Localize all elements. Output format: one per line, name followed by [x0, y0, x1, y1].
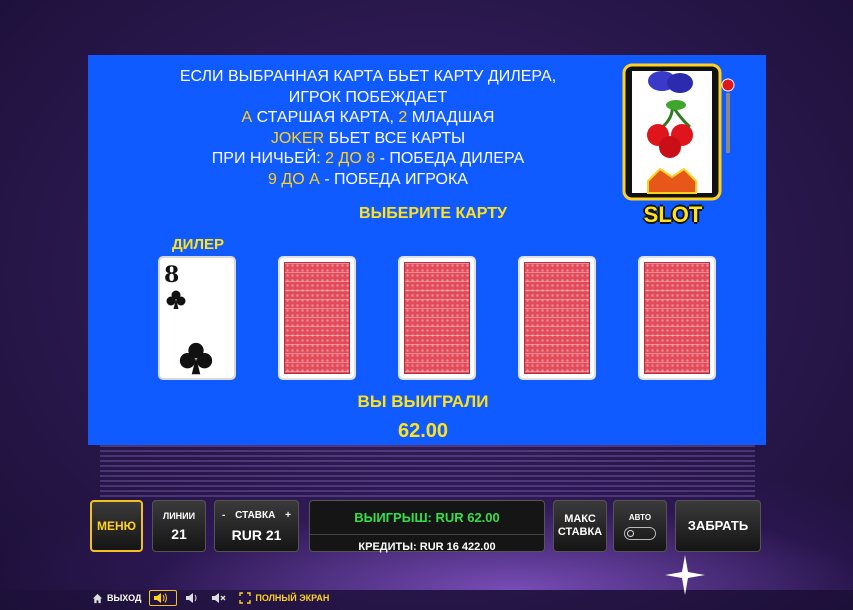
- fullscreen-icon: [239, 592, 252, 604]
- rules-line-4: БЬЕТ ВСЕ КАРТЫ: [324, 129, 466, 147]
- card-back-pattern: [284, 262, 350, 374]
- lines-value: 21: [171, 526, 187, 542]
- rules-line-6: - ПОБЕДА ИГРОКА: [319, 170, 468, 188]
- sound-full-button[interactable]: [149, 590, 178, 606]
- autoplay-toggle[interactable]: [624, 527, 656, 540]
- rules-player-range: 9 ДО А: [268, 170, 320, 188]
- rules-line-5-end: - ПОБЕДА ДИЛЕРА: [375, 150, 525, 167]
- max-bet-button[interactable]: МАКС СТАВКА: [553, 500, 607, 552]
- player-card-4[interactable]: [638, 256, 716, 380]
- bet-label: СТАВКА: [235, 510, 276, 521]
- gamble-panel: ЕСЛИ ВЫБРАННАЯ КАРТА БЬЕТ КАРТУ ДИЛЕРА, …: [88, 55, 766, 445]
- max-bet-line-2: СТАВКА: [557, 526, 603, 538]
- home-icon: [92, 593, 103, 603]
- max-bet-line-1: МАКС: [564, 513, 596, 525]
- card-back-pattern: [644, 262, 710, 374]
- bottom-bar: ВЫХОД ПОЛНЫЙ ЭКРАН: [92, 587, 337, 609]
- lines-label: ЛИНИИ: [162, 511, 196, 521]
- fullscreen-label: ПОЛНЫЙ ЭКРАН: [255, 593, 330, 603]
- player-card-2[interactable]: [398, 256, 476, 380]
- select-card-title: ВЫБЕРИТЕ КАРТУ: [359, 205, 507, 222]
- clubs-icon: [179, 342, 213, 375]
- speaker-mute-icon: [212, 593, 226, 603]
- rules-line-1: ЕСЛИ ВЫБРАННАЯ КАРТА БЬЕТ КАРТУ ДИЛЕРА,: [179, 68, 557, 85]
- bet-box: - СТАВКА + RUR 21: [214, 500, 299, 552]
- speaker-loud-icon: [154, 593, 168, 603]
- speaker-icon: [186, 593, 197, 603]
- exit-link[interactable]: ВЫХОД: [92, 593, 141, 604]
- sound-medium-button[interactable]: [185, 592, 203, 604]
- rules-line-3-end: МЛАДШАЯ: [407, 109, 495, 126]
- win-amount: 62.00: [397, 420, 449, 442]
- card-back-pattern: [524, 262, 590, 374]
- rules-joker: JOKER: [270, 129, 325, 147]
- autoplay-label: АВТО: [628, 513, 652, 522]
- bet-decrease-button[interactable]: -: [222, 510, 225, 521]
- menu-button[interactable]: МЕНЮ: [90, 500, 143, 552]
- lines-box[interactable]: ЛИНИИ 21: [152, 500, 206, 552]
- rules-ace: А: [241, 109, 253, 126]
- rules-dealer-range: 2 ДО 8: [325, 150, 376, 167]
- win-credits-display: ВЫИГРЫШ: RUR 62.00 КРЕДИТЫ: RUR 16 422.0…: [309, 500, 545, 553]
- dealer-card-rank: 8: [164, 262, 180, 288]
- player-card-1[interactable]: [278, 256, 356, 380]
- dealer-label: ДИЛЕР: [171, 236, 224, 253]
- exit-label: ВЫХОД: [107, 593, 142, 603]
- mute-button[interactable]: [211, 592, 231, 604]
- card-back-pattern: [404, 262, 470, 374]
- rules-line-5: ПРИ НИЧЬЕЙ:: [211, 150, 326, 167]
- autoplay-button[interactable]: АВТО: [613, 500, 667, 552]
- credits-display: КРЕДИТЫ: RUR 16 422.00: [310, 534, 544, 553]
- player-card-3[interactable]: [518, 256, 596, 380]
- sparkle-icon: [665, 555, 705, 595]
- win-display: ВЫИГРЫШ: RUR 62.00: [354, 510, 500, 525]
- rules-line-2: ИГРОК ПОБЕЖДАЕТ: [288, 88, 448, 106]
- toggle-knob: [627, 530, 634, 537]
- rules-two: 2: [398, 109, 408, 126]
- dealer-card: 8: [158, 256, 236, 380]
- bet-value: RUR 21: [231, 527, 282, 543]
- rules-text: ЕСЛИ ВЫБРАННАЯ КАРТА БЬЕТ КАРТУ ДИЛЕРА, …: [118, 67, 618, 190]
- bet-increase-button[interactable]: +: [285, 510, 291, 521]
- clubs-icon: [166, 290, 186, 309]
- rules-line-3: СТАРШАЯ КАРТА,: [252, 109, 399, 126]
- slot-logo-text: SLOT: [643, 202, 703, 227]
- win-label: ВЫ ВЫИГРАЛИ: [357, 392, 489, 411]
- collect-button[interactable]: ЗАБРАТЬ: [675, 500, 761, 552]
- fullscreen-button[interactable]: ПОЛНЫЙ ЭКРАН: [239, 592, 329, 604]
- reel-frame-stripes: [100, 445, 755, 500]
